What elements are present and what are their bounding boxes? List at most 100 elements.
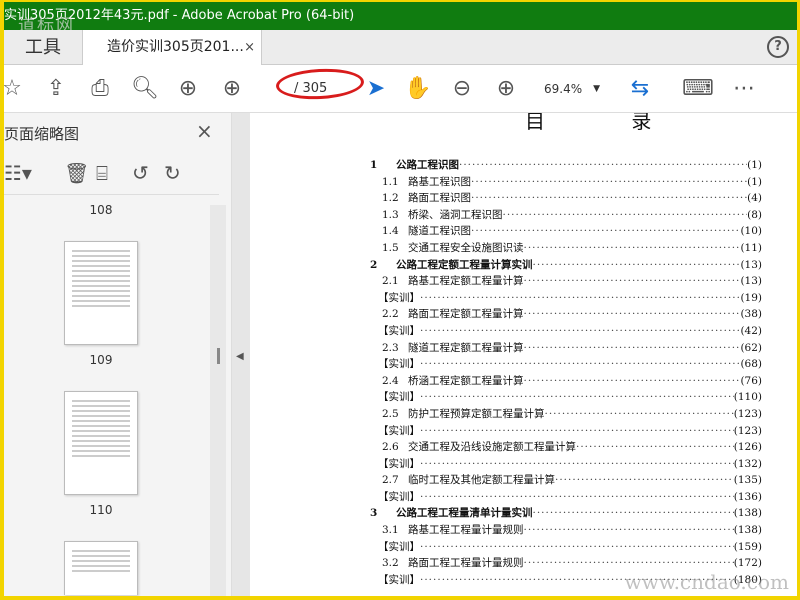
toc-entry-text: 【实训】: [378, 391, 420, 404]
toc-entry-text: 临时工程及其他定额工程量计算: [408, 474, 555, 487]
panel-title: 页面缩略图: [4, 125, 80, 143]
toc-entry-text: 隧道工程识图: [408, 225, 471, 238]
toc-entry-title: 1 公路工程识图: [370, 157, 459, 174]
toc-entry[interactable]: 1 公路工程识图 (1): [370, 157, 762, 174]
next-page-icon[interactable]: ⊕: [218, 75, 246, 103]
toc-entry-page: (4): [747, 192, 762, 205]
toc-entry[interactable]: 1.5 交通工程安全设施图识读 (11): [370, 240, 762, 257]
thumbnail-page[interactable]: [64, 541, 138, 595]
toc-entry[interactable]: 1.4 隧道工程识图 (10): [370, 223, 762, 240]
toc-leader-dots: [524, 273, 741, 290]
toc-entry-page: (42): [740, 324, 762, 337]
toc-entry-number: 2.7: [382, 474, 399, 487]
toc-entry[interactable]: 2.5 防护工程预算定额工程量计算 (123): [370, 406, 762, 423]
rotate-ccw-icon[interactable]: ↺: [132, 161, 149, 185]
toc-entry-title: 2.7 临时工程及其他定额工程量计算: [370, 472, 555, 489]
more-icon[interactable]: ⋯: [730, 75, 758, 103]
toc-leader-dots: [420, 389, 734, 406]
toc-entry[interactable]: 【实训】 (110): [370, 389, 762, 406]
toc-entry[interactable]: 2.4 桥涵工程定额工程量计算 (76): [370, 373, 762, 390]
rotate-cw-icon[interactable]: ↻: [164, 161, 181, 185]
hand-tool-icon[interactable]: ✋: [404, 75, 432, 103]
toc-entry-text: 桥涵工程定额工程量计算: [408, 374, 524, 387]
toc-entry-page: (8): [747, 208, 762, 221]
document-view: 目 录 1公路工程识图(1)1.1路基工程识图(1)1.2路面工程识图(4)1.…: [250, 113, 797, 596]
toc-entry-page: (132): [733, 457, 762, 470]
toc-entry[interactable]: 2.6 交通工程及沿线设施定额工程量计算 (126): [370, 439, 762, 456]
toc-leader-dots: [524, 240, 741, 257]
toc-entry[interactable]: 2.3 隧道工程定额工程量计算 (62): [370, 340, 762, 357]
toc-entry-number: 2: [370, 258, 378, 271]
zoom-out-icon[interactable]: ⊖: [448, 75, 476, 103]
help-icon[interactable]: ?: [767, 36, 789, 58]
toc-entry-text: 【实训】: [378, 358, 420, 371]
table-of-contents: 1 公路工程识图 (1) 1.1 路基工程识图 (1) 1.2 路面工程识图 (4) 1.3 桥梁、…: [370, 157, 762, 588]
options-menu-icon[interactable]: ☷▾: [4, 161, 32, 185]
toc-entry[interactable]: 【实训】 (68): [370, 356, 762, 373]
bookmark-star-icon[interactable]: ☆: [4, 75, 26, 103]
toc-leader-dots: [420, 539, 734, 556]
toolbar: ☆ ⇪ ⎙ 🔍︎ ⊕ ⊕ / 305 ➤ ✋ ⊖ ⊕ 69.4% ▼ ⇆ ⌨ ⋯: [4, 65, 797, 113]
thumbnail-page[interactable]: [64, 391, 138, 495]
toc-entry[interactable]: 【实训】 (132): [370, 456, 762, 473]
toc-entry-title: 1.4 隧道工程识图: [370, 223, 471, 240]
delete-icon[interactable]: 🗑︎: [64, 161, 89, 185]
resize-grip[interactable]: [217, 348, 220, 364]
toc-entry[interactable]: 3.1 路基工程工程量计量规则 (138): [370, 522, 762, 539]
toc-entry-number: 2.5: [382, 407, 399, 420]
toc-entry[interactable]: 1.3 桥梁、涵洞工程识图 (8): [370, 207, 762, 224]
extract-pages-icon[interactable]: ⌸: [96, 161, 108, 185]
toc-entry[interactable]: 2.2 路面工程定额工程量计算 (38): [370, 306, 762, 323]
toc-entry[interactable]: 【实训】 (136): [370, 489, 762, 506]
toc-entry-title: 【实训】: [370, 456, 420, 473]
toc-leader-dots: [420, 323, 740, 340]
thumbnail-list: 108 109 110: [4, 201, 209, 596]
toc-entry-number: 1.3: [382, 208, 399, 221]
toc-leader-dots: [420, 489, 734, 506]
toc-entry[interactable]: 2.1 路基工程定额工程量计算 (13): [370, 273, 762, 290]
page-display-icon[interactable]: ⇆: [626, 75, 654, 103]
keyboard-icon[interactable]: ⌨: [682, 75, 714, 103]
toc-entry-title: 2.1 路基工程定额工程量计算: [370, 273, 524, 290]
toc-entry-text: 路基工程定额工程量计算: [408, 275, 524, 288]
toc-entry-number: 1.4: [382, 225, 399, 238]
toc-entry-page: (13): [740, 258, 762, 271]
toc-leader-dots: [533, 257, 741, 274]
previous-page-icon[interactable]: ⊕: [174, 75, 202, 103]
search-icon[interactable]: 🔍︎: [131, 75, 159, 103]
toc-entry-title: 1.5 交通工程安全设施图识读: [370, 240, 524, 257]
panel-splitter[interactable]: ◀: [217, 113, 250, 596]
toc-entry[interactable]: 【实训】 (19): [370, 290, 762, 307]
toc-entry[interactable]: 【实训】 (42): [370, 323, 762, 340]
toc-entry-text: 防护工程预算定额工程量计算: [408, 407, 545, 420]
thumbnail-page[interactable]: [64, 241, 138, 345]
close-tab-icon[interactable]: ×: [244, 30, 255, 65]
tab-tools[interactable]: 工具: [4, 30, 82, 65]
toc-entry-page: (68): [740, 358, 762, 371]
cloud-upload-icon[interactable]: ⇪: [42, 75, 70, 103]
toc-entry[interactable]: 2 公路工程定额工程量计算实训 (13): [370, 257, 762, 274]
toc-entry-page: (138): [733, 507, 762, 520]
toc-entry[interactable]: 【实训】 (159): [370, 539, 762, 556]
toc-entry-title: 【实训】: [370, 572, 420, 589]
toc-entry[interactable]: 1.2 路面工程识图 (4): [370, 190, 762, 207]
zoom-value: 69.4%: [544, 82, 583, 96]
zoom-in-icon[interactable]: ⊕: [492, 75, 520, 103]
toc-entry[interactable]: 1.1 路基工程识图 (1): [370, 174, 762, 191]
tab-document[interactable]: 造价实训305页201... ×: [82, 30, 262, 66]
toc-entry[interactable]: 3 公路工程工程量清单计量实训 (138): [370, 505, 762, 522]
thumbnail-scrollbar[interactable]: [210, 205, 226, 596]
toc-entry[interactable]: 2.7 临时工程及其他定额工程量计算 (135): [370, 472, 762, 489]
document-heading: 目 录: [525, 113, 692, 133]
print-icon[interactable]: ⎙: [86, 75, 114, 103]
toc-leader-dots: [524, 306, 741, 323]
zoom-select[interactable]: 69.4% ▼: [534, 77, 604, 101]
toc-entry-title: 【实训】: [370, 356, 420, 373]
toc-entry-page: (13): [740, 275, 762, 288]
toc-entry[interactable]: 【实训】 (123): [370, 423, 762, 440]
close-panel-icon[interactable]: ×: [196, 119, 213, 143]
toc-leader-dots: [524, 373, 741, 390]
collapse-arrow-icon[interactable]: ◀: [236, 351, 244, 362]
toc-entry-page: (38): [740, 308, 762, 321]
select-cursor-icon[interactable]: ➤: [362, 75, 390, 103]
